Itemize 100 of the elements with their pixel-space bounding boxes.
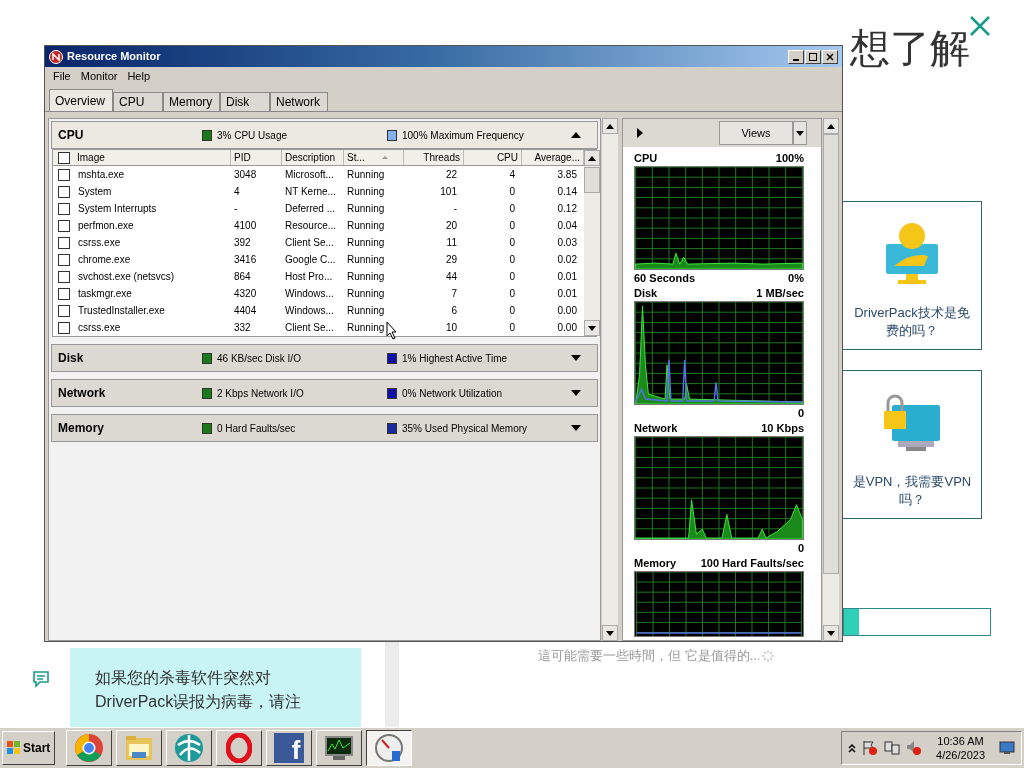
checkbox[interactable] bbox=[58, 236, 70, 249]
menu-item[interactable]: Help bbox=[127, 67, 151, 85]
table-cell-text: 4320 bbox=[234, 287, 257, 301]
expand-arrow-icon[interactable] bbox=[571, 390, 581, 396]
graph-max-label: 10 Kbps bbox=[761, 421, 804, 437]
section-header[interactable]: CPU 3% CPU Usage 100% Maximum Frequency bbox=[51, 121, 598, 149]
column-header[interactable]: PID bbox=[231, 150, 282, 165]
chevron-icon[interactable] bbox=[848, 743, 857, 753]
metric-label: 35% Used Physical Memory bbox=[402, 421, 528, 436]
clock-date: 4/26/2023 bbox=[936, 748, 985, 762]
metric-label: 2 Kbps Network I/O bbox=[217, 386, 304, 401]
column-title: CPU bbox=[496, 151, 518, 165]
network-icon[interactable] bbox=[884, 740, 901, 756]
up-arrow-icon bbox=[827, 123, 835, 129]
tab[interactable]: CPU bbox=[113, 92, 163, 111]
metric-label: 0 Hard Faults/sec bbox=[217, 421, 296, 436]
flag-error-icon[interactable] bbox=[862, 740, 879, 756]
checkbox[interactable] bbox=[58, 151, 70, 164]
caret-icon bbox=[796, 130, 804, 136]
table-cell-text: 20 bbox=[445, 219, 457, 233]
checkbox[interactable] bbox=[58, 321, 70, 334]
tab[interactable]: Memory bbox=[163, 92, 220, 111]
column-header[interactable]: Threads bbox=[404, 150, 464, 165]
scroll-thumb[interactable] bbox=[823, 134, 839, 574]
table-cell-text: 4100 bbox=[234, 219, 257, 233]
section-header[interactable]: Disk 46 KB/sec Disk I/O 1% Highest Active Time bbox=[51, 344, 598, 372]
expand-arrow-icon[interactable] bbox=[571, 355, 581, 361]
opera-icon bbox=[226, 733, 253, 763]
app-icon bbox=[49, 49, 63, 64]
table-cell-text: 0.00 bbox=[557, 321, 577, 335]
table-cell-text: 0 bbox=[509, 321, 515, 335]
table-cell-text: 0 bbox=[509, 287, 515, 301]
table-cell-text: Resource... bbox=[285, 219, 337, 233]
scrollbar[interactable] bbox=[584, 150, 600, 336]
table-cell-text: 864 bbox=[234, 270, 251, 284]
table-cell-text: 4 bbox=[234, 185, 240, 199]
maximize-button[interactable] bbox=[805, 49, 821, 64]
graph-time-label: 60 Seconds bbox=[634, 270, 696, 286]
tab[interactable]: Network bbox=[270, 92, 328, 111]
scroll-down-button[interactable] bbox=[602, 625, 618, 641]
scroll-down-button[interactable] bbox=[823, 625, 839, 641]
faq-card[interactable]: DriverPack技术是免 费的吗？ bbox=[843, 201, 982, 350]
scroll-up-button[interactable] bbox=[823, 118, 839, 134]
checkbox[interactable] bbox=[58, 219, 70, 232]
column-header[interactable]: Description bbox=[282, 150, 344, 165]
browser-icon bbox=[74, 733, 105, 763]
section-header[interactable]: Memory 0 Hard Faults/sec 35% Used Physical Memory bbox=[51, 414, 598, 442]
scrollbar[interactable] bbox=[823, 118, 839, 641]
minimize-icon bbox=[793, 58, 799, 61]
collapse-arrow-icon[interactable] bbox=[571, 132, 581, 138]
card-text: DriverPack技术是免 bbox=[854, 304, 970, 322]
close-icon[interactable] bbox=[969, 15, 991, 37]
table-cell-text: Windows... bbox=[285, 287, 334, 301]
section-title: Memory bbox=[57, 420, 105, 437]
menu-item[interactable]: File bbox=[53, 67, 71, 85]
show-desktop-icon[interactable] bbox=[999, 741, 1015, 755]
checkbox[interactable] bbox=[58, 202, 70, 215]
checkbox[interactable] bbox=[58, 168, 70, 181]
graph-min-label: 0% bbox=[788, 270, 804, 286]
scroll-down-button[interactable] bbox=[584, 320, 600, 336]
table-cell-text: Running bbox=[347, 270, 385, 284]
menu-item[interactable]: Monitor bbox=[80, 67, 118, 85]
checkbox[interactable] bbox=[58, 270, 70, 283]
column-header[interactable]: St... bbox=[344, 150, 404, 165]
start-button[interactable]: Start bbox=[2, 731, 56, 765]
dropdown-button[interactable] bbox=[793, 121, 807, 145]
table-cell-text: 0.00 bbox=[557, 304, 577, 318]
scrollbar[interactable] bbox=[602, 118, 618, 641]
checkbox[interactable] bbox=[58, 185, 70, 198]
table-cell-text: Deferred ... bbox=[285, 202, 336, 216]
checkbox[interactable] bbox=[58, 287, 70, 300]
column-title: Threads bbox=[423, 151, 460, 165]
taskbar-button[interactable]: f bbox=[266, 730, 313, 766]
checkbox[interactable] bbox=[58, 253, 70, 266]
table-cell-text: 3048 bbox=[234, 168, 257, 182]
tab[interactable]: Disk bbox=[220, 92, 270, 111]
table-cell-text: Running bbox=[347, 253, 385, 267]
spinner-icon bbox=[762, 649, 775, 662]
table-cell-text: 22 bbox=[445, 168, 457, 182]
column-header[interactable]: Image bbox=[53, 150, 231, 165]
views-button[interactable]: Views bbox=[719, 121, 793, 145]
play-icon[interactable] bbox=[637, 128, 643, 138]
section-header[interactable]: Network 2 Kbps Network I/O 0% Network Utilization bbox=[51, 379, 598, 407]
scroll-thumb[interactable] bbox=[584, 167, 600, 193]
tab[interactable]: Overview bbox=[49, 89, 113, 111]
table-cell-text: 6 bbox=[451, 304, 457, 318]
windows-logo-icon bbox=[7, 741, 21, 755]
close-button[interactable] bbox=[822, 49, 838, 64]
speaker-muted-icon[interactable] bbox=[906, 740, 923, 756]
table-cell-text: - bbox=[234, 202, 238, 216]
taskbar-button[interactable] bbox=[366, 730, 413, 766]
minimize-button[interactable] bbox=[788, 49, 804, 64]
chat-icon[interactable] bbox=[32, 670, 50, 688]
scroll-up-button[interactable] bbox=[584, 150, 600, 166]
faq-card[interactable]: 是VPN，我需要VPN 吗？ bbox=[843, 370, 982, 519]
table-cell-text: Windows... bbox=[285, 304, 334, 318]
scroll-up-button[interactable] bbox=[602, 118, 618, 134]
checkbox[interactable] bbox=[58, 304, 70, 317]
expand-arrow-icon[interactable] bbox=[571, 425, 581, 431]
column-header[interactable]: CPU bbox=[464, 150, 522, 165]
